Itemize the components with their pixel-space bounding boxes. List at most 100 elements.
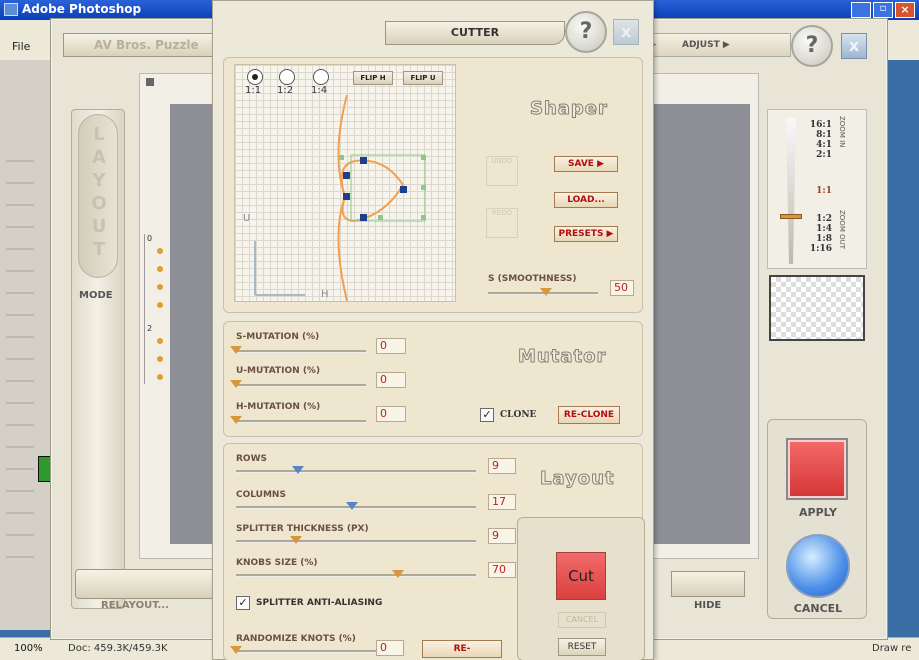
photoshop-title: Adobe Photoshop xyxy=(22,2,142,16)
cut-button[interactable]: Cut xyxy=(556,552,606,600)
help-button[interactable]: ? xyxy=(791,25,833,67)
columns-value[interactable]: 17 xyxy=(488,494,516,510)
status-text: Draw re xyxy=(872,643,912,654)
ruler-marker xyxy=(157,266,163,272)
menu-file[interactable]: File xyxy=(12,40,30,53)
thickness-slider[interactable] xyxy=(236,540,476,543)
h-mutation-label: H-MUTATION (%) xyxy=(236,402,321,412)
close-icon[interactable]: × xyxy=(895,2,915,18)
h-mutation-value[interactable]: 0 xyxy=(376,406,406,422)
reset-button[interactable]: RESET xyxy=(558,638,606,656)
vertical-ruler: 0 2 xyxy=(144,234,163,384)
randomize-value[interactable]: 0 xyxy=(376,640,404,656)
cutter-title: CUTTER xyxy=(385,21,565,45)
shaper-title: Shaper xyxy=(530,98,608,120)
mode-button[interactable]: L A Y O U T xyxy=(78,114,118,278)
load-button[interactable]: LOAD... xyxy=(554,192,618,208)
knobs-size-value[interactable]: 70 xyxy=(488,562,516,578)
rows-slider-thumb[interactable] xyxy=(292,466,304,474)
randomize-label: RANDOMIZE KNOTS (%) xyxy=(236,634,356,644)
zoom-level[interactable]: 2:1 xyxy=(804,150,832,160)
save-button[interactable]: SAVE ▶ xyxy=(554,156,618,172)
thickness-value[interactable]: 9 xyxy=(488,528,516,544)
knobs-size-slider-thumb[interactable] xyxy=(392,570,404,578)
mutator-section: S-MUTATION (%) 0 U-MUTATION (%) 0 H-MUTA… xyxy=(223,321,643,437)
zoom-level[interactable]: 1:4 xyxy=(804,224,832,234)
zoom-level[interactable]: 16:1 xyxy=(804,120,832,130)
antialias-checkbox[interactable]: ✓ xyxy=(236,596,250,610)
clone-checkbox[interactable]: ✓ xyxy=(480,408,494,422)
knobs-size-label: KNOBS SIZE (%) xyxy=(236,558,318,568)
rows-value[interactable]: 9 xyxy=(488,458,516,474)
zoom-level[interactable]: 1:2 xyxy=(804,214,832,224)
ruler-number: 0 xyxy=(147,234,153,243)
zoom-level-current[interactable]: 1:1 xyxy=(804,186,832,196)
cutter-panel: CUTTER ? x 1:1 1:2 1:4 FLIP H FLIP U U H… xyxy=(212,0,654,660)
s-mutation-value[interactable]: 0 xyxy=(376,338,406,354)
ruler-marker xyxy=(157,338,163,344)
columns-label: COLUMNS xyxy=(236,490,286,500)
relayout-button[interactable]: RELAYOUT... xyxy=(101,600,169,611)
zoom-slider-handle[interactable] xyxy=(780,214,802,219)
zoom-wedge xyxy=(786,118,796,264)
smoothness-slider-thumb[interactable] xyxy=(540,288,552,296)
s-mutation-label: S-MUTATION (%) xyxy=(236,332,320,342)
thickness-slider-thumb[interactable] xyxy=(290,536,302,544)
cutter-close-button[interactable]: x xyxy=(613,19,639,45)
cutter-help-button[interactable]: ? xyxy=(565,11,607,53)
hide-button[interactable]: HIDE xyxy=(694,600,721,611)
mode-label: MODE xyxy=(79,290,113,301)
undo-button[interactable]: UNDO xyxy=(486,156,518,186)
mode-letter: T xyxy=(92,239,106,260)
s-mutation-slider[interactable] xyxy=(236,350,366,353)
zoom-level[interactable]: 4:1 xyxy=(804,140,832,150)
ruler-marker xyxy=(157,356,163,362)
randomize-slider-thumb[interactable] xyxy=(230,646,242,654)
mode-panel: L A Y O U T MODE xyxy=(71,109,125,609)
cancel-button[interactable] xyxy=(786,534,850,598)
apply-label: APPLY xyxy=(799,506,837,519)
smoothness-label: S (SMOOTHNESS) xyxy=(488,274,577,284)
u-mutation-value[interactable]: 0 xyxy=(376,372,406,388)
u-mutation-slider[interactable] xyxy=(236,384,366,387)
minimize-icon[interactable] xyxy=(851,2,871,18)
rerandomize-button[interactable]: RE-RANDOMIZE xyxy=(422,640,502,658)
axis-u-label: U xyxy=(243,213,251,224)
shaper-section: 1:1 1:2 1:4 FLIP H FLIP U U H Shaper UND… xyxy=(223,57,643,313)
s-mutation-thumb[interactable] xyxy=(230,346,242,354)
thickness-label: SPLITTER THICKNESS (PX) xyxy=(236,524,369,534)
zoom-out-label: ZOOM OUT xyxy=(838,210,846,249)
tab-adjust[interactable]: ADJUST ▶ xyxy=(682,40,730,50)
antialias-label: SPLITTER ANTI-ALIASING xyxy=(256,598,383,608)
redo-button[interactable]: REDO xyxy=(486,208,518,238)
shape-editor[interactable]: 1:1 1:2 1:4 FLIP H FLIP U U H xyxy=(234,64,456,302)
zoom-level[interactable]: 1:16 xyxy=(804,244,832,254)
knobs-size-slider[interactable] xyxy=(236,574,476,577)
rows-slider[interactable] xyxy=(236,470,476,473)
apply-cancel-panel: APPLY CANCEL xyxy=(767,419,867,619)
close-button[interactable]: x xyxy=(841,33,867,59)
ruler-corner-icon xyxy=(146,78,154,86)
u-mutation-thumb[interactable] xyxy=(230,380,242,388)
cut-cancel-button[interactable]: CANCEL xyxy=(558,612,606,628)
h-mutation-slider[interactable] xyxy=(236,420,366,423)
restore-icon[interactable]: ▫ xyxy=(873,2,893,18)
randomize-slider[interactable] xyxy=(236,650,376,653)
columns-slider-thumb[interactable] xyxy=(346,502,358,510)
zoom-level[interactable]: 1:8 xyxy=(804,234,832,244)
ruler-marker xyxy=(157,248,163,254)
window-title: AV Bros. Puzzle xyxy=(63,33,213,57)
axis-h-label: H xyxy=(321,289,329,300)
zoom-readout[interactable]: 100% xyxy=(14,643,43,654)
puzzle-thumbnail xyxy=(769,275,865,341)
presets-button[interactable]: PRESETS ▶ xyxy=(554,226,618,242)
apply-button[interactable] xyxy=(786,438,848,500)
zoom-level[interactable]: 8:1 xyxy=(804,130,832,140)
smoothness-value[interactable]: 50 xyxy=(610,280,634,296)
mode-letter: Y xyxy=(92,170,106,191)
tool-icons[interactable] xyxy=(6,140,34,560)
top-tabs: T ▶ ADJUST ▶ xyxy=(631,33,791,57)
h-mutation-thumb[interactable] xyxy=(230,416,242,424)
reclone-button[interactable]: RE-CLONE xyxy=(558,406,620,424)
knob-shape-curve[interactable] xyxy=(235,65,457,303)
